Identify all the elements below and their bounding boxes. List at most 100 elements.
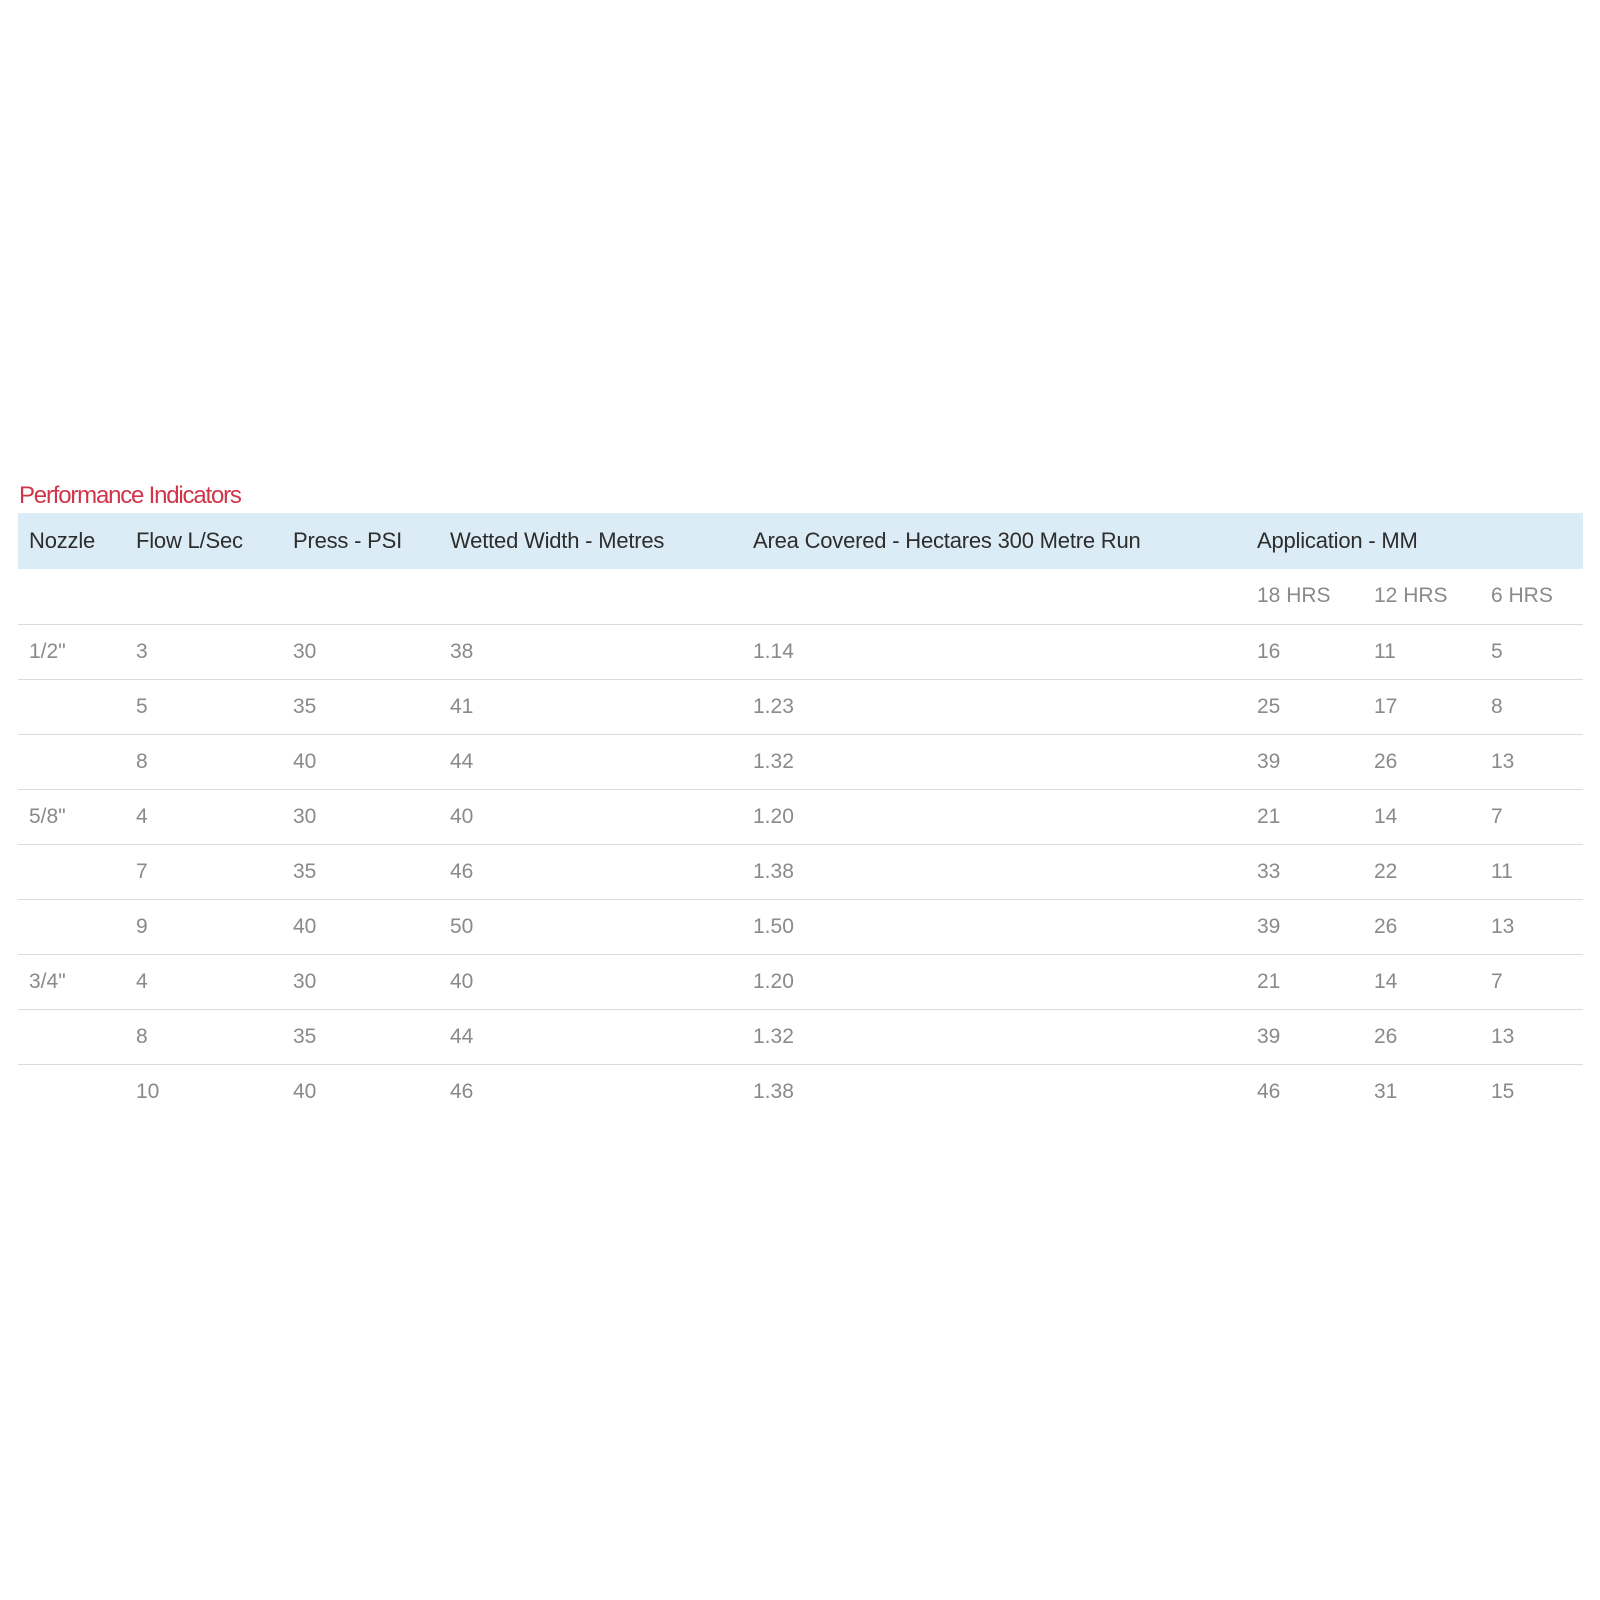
header-flow: Flow L/Sec [136,528,243,553]
cell-area-covered: 1.32 [742,734,1246,790]
cell-12-hrs: 26 [1363,734,1480,790]
table-subheader-row: 18 HRS 12 HRS 6 HRS [18,569,1584,625]
cell-nozzle: 5/8" [18,789,125,845]
subheader-empty [742,569,1246,625]
cell-press: 40 [293,1079,317,1103]
table-row: 5/8" 4 30 40 1.20 21 14 7 [18,789,1584,845]
cell-area-covered: 1.38 [742,844,1246,900]
cell-press: 40 [282,734,439,790]
cell-area-covered: 1.20 [742,954,1246,1010]
header-area-covered: Area Covered - Hectares 300 Metre Run [753,528,1141,553]
table-row: 1/2" 3 30 38 1.14 16 11 5 [18,624,1584,680]
cell-flow: 3 [125,624,282,680]
cell-6-hrs: 13 [1480,1009,1584,1065]
table-row: 8 40 44 1.32 39 26 13 [18,734,1584,790]
cell-wetted-width: 46 [439,844,742,900]
cell-nozzle: 3/4" [18,954,125,1010]
table-row: 3/4" 4 30 40 1.20 21 14 7 [18,954,1584,1010]
cell-nozzle [18,734,125,790]
cell-wetted-width: 44 [439,734,742,790]
cell-area-covered: 1.32 [742,1009,1246,1065]
header-nozzle: Nozzle [29,528,96,553]
table-row: 9 40 50 1.50 39 26 13 [18,899,1584,955]
cell-flow: 4 [125,789,282,845]
cell-wetted-width: 44 [439,1009,742,1065]
cell-18-hrs: 25 [1246,679,1363,735]
subheader-empty [125,569,282,625]
cell-flow: 5 [125,679,282,735]
cell-18-hrs: 39 [1246,1009,1363,1065]
cell-12-hrs: 26 [1363,1009,1480,1065]
cell-area-covered: 1.23 [742,679,1246,735]
cell-press: 40 [282,899,439,955]
cell-6-hrs: 13 [1480,899,1584,955]
cell-nozzle [18,1009,125,1065]
subheader-empty [282,569,439,625]
header-application: Application - MM [1257,528,1418,553]
cell-press: 35 [282,1009,439,1065]
cell-wetted-width: 50 [439,899,742,955]
cell-area-covered: 1.50 [742,899,1246,955]
cell-12-hrs: 31 [1374,1079,1398,1103]
cell-area-covered: 1.14 [742,624,1246,680]
subheader-12-hrs: 12 HRS [1363,569,1480,625]
cell-6-hrs: 7 [1480,789,1584,845]
cell-wetted-width: 40 [439,789,742,845]
table-row: 7 35 46 1.38 33 22 11 [18,844,1584,900]
cell-flow: 4 [125,954,282,1010]
cell-6-hrs: 11 [1480,844,1584,900]
cell-12-hrs: 14 [1363,954,1480,1010]
table-row: 5 35 41 1.23 25 17 8 [18,679,1584,735]
cell-flow: 10 [136,1079,160,1103]
cell-6-hrs: 7 [1480,954,1584,1010]
section-title: Performance Indicators [19,482,242,509]
cell-12-hrs: 22 [1363,844,1480,900]
cell-nozzle [18,679,125,735]
cell-area-covered: 1.20 [742,789,1246,845]
cell-18-hrs: 39 [1246,734,1363,790]
cell-wetted-width: 40 [439,954,742,1010]
cell-6-hrs: 8 [1480,679,1584,735]
subheader-6-hrs: 6 HRS [1480,569,1584,625]
table-header-row: Nozzle Flow L/Sec Press - PSI Wetted Wid… [18,513,1584,569]
cell-12-hrs: 26 [1363,899,1480,955]
cell-wetted-width: 41 [439,679,742,735]
subheader-empty [439,569,742,625]
cell-12-hrs: 14 [1363,789,1480,845]
cell-18-hrs: 16 [1246,624,1363,680]
performance-table: Nozzle Flow L/Sec Press - PSI Wetted Wid… [18,513,1584,1119]
cell-press: 30 [282,954,439,1010]
cell-press: 30 [282,624,439,680]
cell-flow: 9 [125,899,282,955]
table-row: 10 40 46 1.38 46 31 15 [18,1064,1583,1119]
cell-18-hrs: 21 [1246,954,1363,1010]
subheader-empty [18,569,125,625]
cell-6-hrs: 5 [1480,624,1584,680]
cell-nozzle [18,899,125,955]
header-press: Press - PSI [293,528,403,553]
cell-flow: 8 [125,734,282,790]
table-row: 8 35 44 1.32 39 26 13 [18,1009,1584,1065]
cell-press: 35 [282,679,439,735]
cell-flow: 7 [125,844,282,900]
cell-wetted-width: 38 [439,624,742,680]
cell-nozzle [18,1064,125,1119]
cell-wetted-width: 46 [450,1079,474,1103]
subheader-18-hrs: 18 HRS [1246,569,1363,625]
header-wetted-width: Wetted Width - Metres [450,528,665,553]
cell-18-hrs: 21 [1246,789,1363,845]
cell-press: 30 [282,789,439,845]
cell-nozzle: 1/2" [18,624,125,680]
cell-6-hrs: 13 [1480,734,1584,790]
cell-6-hrs: 15 [1491,1079,1515,1103]
cell-nozzle [18,844,125,900]
cell-press: 35 [282,844,439,900]
cell-18-hrs: 46 [1257,1079,1281,1103]
cell-12-hrs: 11 [1363,624,1480,680]
cell-area-covered: 1.38 [753,1079,794,1103]
table-body: 1/2" 3 30 38 1.14 16 11 5 5 35 41 1.23 2… [18,624,1584,1119]
cell-flow: 8 [125,1009,282,1065]
cell-12-hrs: 17 [1363,679,1480,735]
cell-18-hrs: 33 [1246,844,1363,900]
cell-18-hrs: 39 [1246,899,1363,955]
